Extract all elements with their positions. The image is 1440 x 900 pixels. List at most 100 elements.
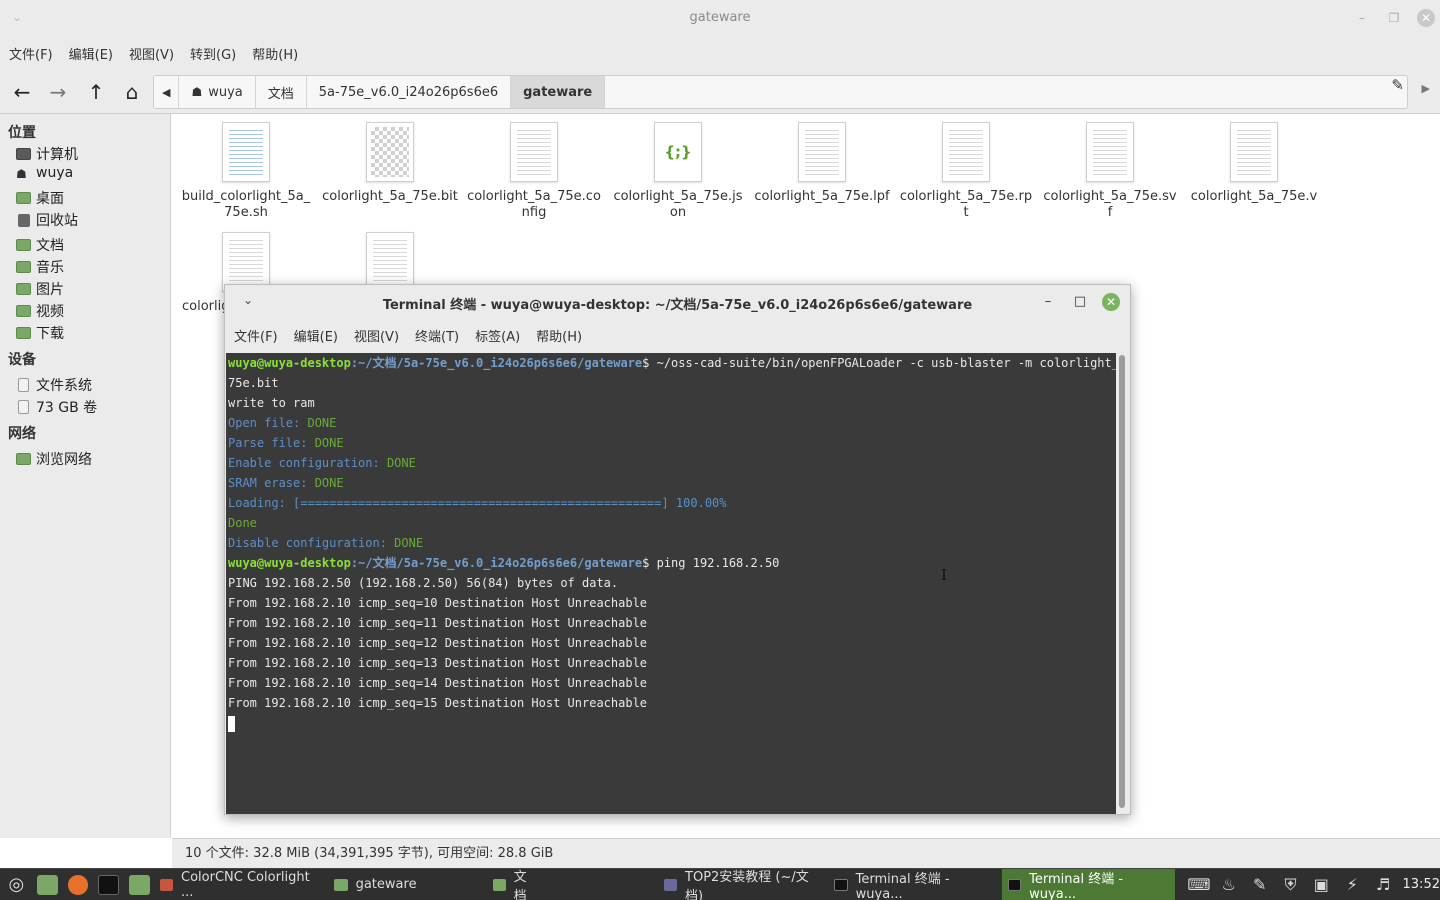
show-desktop-icon[interactable] xyxy=(36,874,58,895)
scrollbar-thumb[interactable] xyxy=(1119,355,1125,808)
fm-titlebar[interactable]: ⌄ gateware – ❐ ✕ xyxy=(0,0,1440,36)
binary-icon xyxy=(366,122,414,182)
term-menu-help[interactable]: 帮助(H) xyxy=(536,326,582,345)
power-icon[interactable]: ⚡ xyxy=(1343,875,1362,894)
sidebar-header-network: 网络 xyxy=(8,426,36,442)
terminal-line: From 192.168.2.10 icmp_seq=15 Destinatio… xyxy=(228,696,648,710)
pencil-icon[interactable]: ✎ xyxy=(1391,76,1404,94)
terminal-line: Enable configuration: DONE xyxy=(228,456,416,470)
terminal-line: PING 192.168.2.50 (192.168.2.50) 56(84) … xyxy=(228,576,619,590)
home-icon: ☗ xyxy=(16,167,27,181)
volume-icon[interactable]: ♬ xyxy=(1374,875,1393,894)
sidebar-item-pictures[interactable]: 图片 xyxy=(16,279,64,299)
file-item[interactable]: build_colorlight_5a_75e.sh xyxy=(174,114,318,221)
file-item[interactable]: {;} colorlight_5a_75e.json xyxy=(606,114,750,221)
menu-help[interactable]: 帮助(H) xyxy=(252,44,298,63)
text-icon xyxy=(798,122,846,182)
menu-edit[interactable]: 编辑(E) xyxy=(69,44,113,63)
sidebar-item-desktop[interactable]: 桌面 xyxy=(16,188,64,208)
text-icon xyxy=(942,122,990,182)
close-icon[interactable]: ✕ xyxy=(1417,9,1435,27)
terminal-line xyxy=(228,713,1117,733)
term-menu-edit[interactable]: 编辑(E) xyxy=(294,326,338,345)
term-menu-terminal[interactable]: 终端(T) xyxy=(415,326,459,345)
menu-go[interactable]: 转到(G) xyxy=(190,44,236,63)
terminal-output[interactable]: wuya@wuya-desktop:~/文档/5a-75e_v6.0_i24o2… xyxy=(226,353,1117,814)
breadcrumb-documents[interactable]: 文档 xyxy=(256,76,307,108)
text-icon xyxy=(1230,122,1278,182)
breadcrumb-right-arrow-icon[interactable]: ▶ xyxy=(1422,82,1430,95)
sidebar-item-browse-network[interactable]: 浏览网络 xyxy=(16,449,92,469)
taskbar-item-top2[interactable]: TOP2安装教程 (~/文档) xyxy=(658,869,829,900)
window-icon[interactable]: ▣ xyxy=(1312,875,1331,894)
terminal-title: Terminal 终端 - wuya@wuya-desktop: ~/文档/5a… xyxy=(382,298,973,313)
notifications-icon[interactable]: ♨ xyxy=(1219,875,1238,894)
menu-view[interactable]: 视图(V) xyxy=(129,44,174,63)
minimize-icon[interactable]: – xyxy=(1038,292,1058,312)
file-item[interactable]: colorlight_5a_75e.lpf xyxy=(750,114,894,205)
home-icon[interactable]: ⌂ xyxy=(120,80,144,104)
forward-arrow-icon[interactable]: → xyxy=(46,80,70,104)
sidebar-item-volume[interactable]: 73 GB 卷 xyxy=(16,397,97,417)
sidebar-item-trash[interactable]: 回收站 xyxy=(16,210,78,230)
sidebar-item-downloads[interactable]: 下载 xyxy=(16,323,64,343)
breadcrumb-left-arrow-icon[interactable]: ◀ xyxy=(154,76,180,108)
terminal-cursor xyxy=(228,715,235,732)
json-icon: {;} xyxy=(654,122,702,182)
firefox-icon[interactable] xyxy=(67,874,89,895)
monitor-icon xyxy=(16,148,31,160)
terminal-icon xyxy=(1007,878,1022,891)
term-menu-file[interactable]: 文件(F) xyxy=(234,326,278,345)
trash-icon xyxy=(18,213,30,227)
breadcrumb-wuya[interactable]: ☗ wuya xyxy=(179,76,256,108)
minimize-icon[interactable]: – xyxy=(1352,8,1372,28)
clipboard-icon[interactable]: ✎ xyxy=(1250,875,1269,894)
terminal-menubar: 文件(F) 编辑(E) 视图(V) 终端(T) 标签(A) 帮助(H) xyxy=(225,319,1130,351)
taskbar-item-terminal-2[interactable]: Terminal 终端 - wuya... xyxy=(1001,868,1176,900)
restore-icon[interactable]: ❐ xyxy=(1384,8,1404,28)
taskbar-item-gateware[interactable]: gateware xyxy=(328,869,427,900)
terminal-launcher-icon[interactable] xyxy=(98,874,120,895)
terminal-line: From 192.168.2.10 icmp_seq=12 Destinatio… xyxy=(228,636,648,650)
sidebar-item-filesystem[interactable]: 文件系统 xyxy=(16,375,92,395)
taskbar-item-colorcnc[interactable]: ColorCNC Colorlight ... xyxy=(154,869,328,900)
text-icon xyxy=(1086,122,1134,182)
file-item[interactable]: colorlight_5a_75e.bit xyxy=(318,114,462,205)
sidebar-header-devices: 设备 xyxy=(8,352,36,368)
file-item[interactable]: colorlight_5a_75e.svf xyxy=(1038,114,1182,221)
sidebar-item-documents[interactable]: 文档 xyxy=(16,235,64,255)
keyboard-icon[interactable]: ⌨ xyxy=(1187,875,1210,894)
terminal-line: wuya@wuya-desktop:~/文档/5a-75e_v6.0_i24o2… xyxy=(228,356,1117,370)
drive-icon xyxy=(18,378,29,392)
close-icon[interactable]: ✕ xyxy=(1102,293,1120,311)
sidebar-item-computer[interactable]: 计算机 xyxy=(16,144,78,164)
term-menu-tabs[interactable]: 标签(A) xyxy=(475,326,520,345)
terminal-line: From 192.168.2.10 icmp_seq=10 Destinatio… xyxy=(228,596,648,610)
up-arrow-icon[interactable]: ↑ xyxy=(84,80,108,104)
taskbar-item-documents[interactable]: 文档 xyxy=(487,869,548,900)
terminal-line: Done xyxy=(228,516,257,530)
taskbar-item-terminal-1[interactable]: Terminal 终端 - wuya... xyxy=(828,869,1001,900)
shield-icon[interactable]: ⛨ xyxy=(1281,875,1300,895)
breadcrumb-gateware[interactable]: gateware xyxy=(511,76,606,108)
file-item[interactable]: colorlight_5a_75e.v xyxy=(1182,114,1326,205)
back-arrow-icon[interactable]: ← xyxy=(10,80,34,104)
menu-file[interactable]: 文件(F) xyxy=(9,44,53,63)
breadcrumb-project[interactable]: 5a-75e_v6.0_i24o26p6s6e6 xyxy=(307,76,512,108)
file-item[interactable]: colorlight_5a_75e.config xyxy=(462,114,606,221)
drive-icon xyxy=(18,400,29,414)
clock[interactable]: 13:52 xyxy=(1403,877,1440,892)
mint-menu-icon[interactable]: ◎ xyxy=(6,874,27,895)
sidebar-item-music[interactable]: 音乐 xyxy=(16,257,64,277)
file-item[interactable]: colorlight_5a_75e.rpt xyxy=(894,114,1038,221)
sidebar-item-videos[interactable]: 视频 xyxy=(16,301,64,321)
maximize-icon[interactable]: □ xyxy=(1070,292,1090,312)
files-launcher-icon[interactable] xyxy=(129,874,150,895)
sidebar-item-home[interactable]: ☗ wuya xyxy=(16,163,73,183)
terminal-titlebar[interactable]: ⌄ Terminal 终端 - wuya@wuya-desktop: ~/文档/… xyxy=(225,285,1130,319)
folder-icon xyxy=(16,192,31,204)
terminal-scrollbar[interactable] xyxy=(1116,353,1129,814)
app-icon xyxy=(159,878,174,891)
term-menu-view[interactable]: 视图(V) xyxy=(354,326,399,345)
terminal-line: SRAM erase: DONE xyxy=(228,476,344,490)
